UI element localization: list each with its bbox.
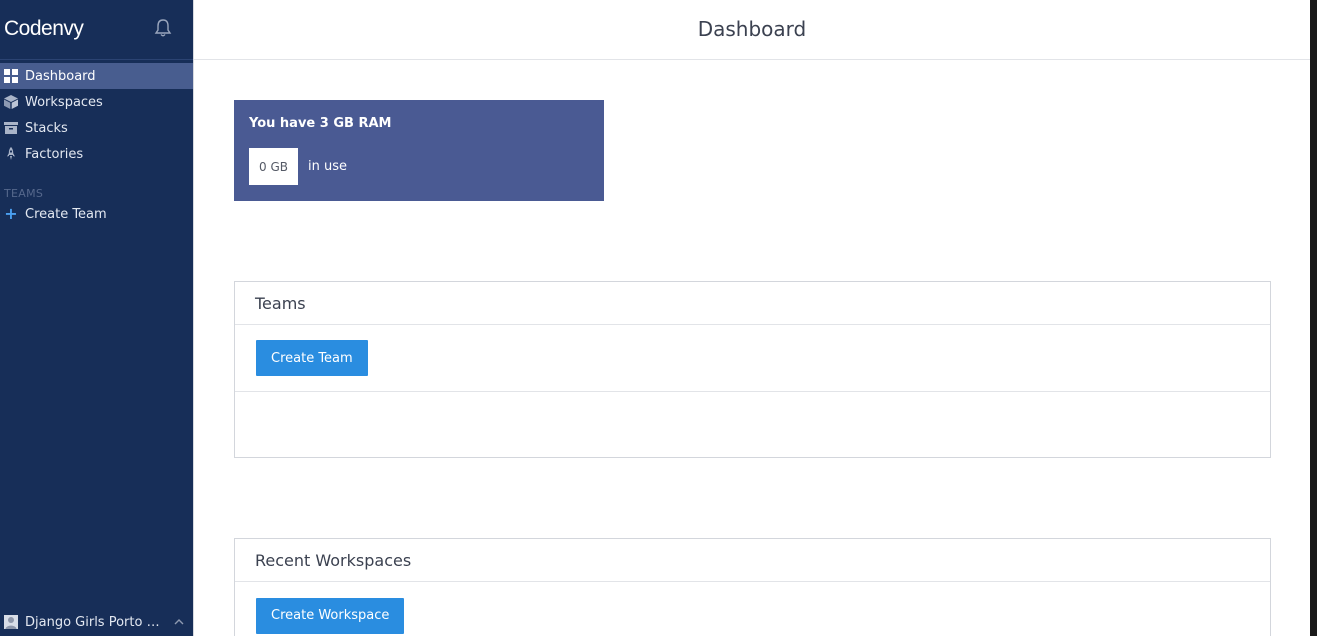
sidebar-item-label: Stacks	[25, 120, 68, 136]
ram-card-title: You have 3 GB RAM	[249, 116, 392, 131]
create-team-button[interactable]: Create Team	[256, 340, 368, 376]
app-window: Codenvy Dashboard Workspaces Stacks Fact…	[0, 0, 1317, 636]
ram-in-use-value: 0 GB	[249, 148, 298, 185]
brand-bar: Codenvy	[0, 0, 193, 60]
sidebar-item-stacks[interactable]: Stacks	[0, 115, 193, 141]
sidebar-create-team-label: Create Team	[25, 206, 107, 222]
top-bar: Dashboard	[194, 0, 1310, 60]
create-workspace-button[interactable]: Create Workspace	[256, 597, 405, 634]
cube-icon	[4, 95, 18, 109]
sidebar-item-workspaces[interactable]: Workspaces	[0, 89, 193, 115]
workspaces-panel-actions: Create Workspace	[235, 582, 1270, 636]
main-content: Dashboard You have 3 GB RAM 0 GB in use …	[193, 0, 1310, 636]
teams-section-label: TEAMS	[4, 187, 44, 200]
teams-panel-actions: Create Team	[235, 325, 1270, 392]
dashboard-grid-icon	[4, 69, 18, 83]
plus-icon: +	[4, 204, 18, 223]
sidebar-item-factories[interactable]: Factories	[0, 141, 193, 167]
ram-in-use-label: in use	[308, 159, 347, 174]
ram-usage-card: You have 3 GB RAM 0 GB in use	[234, 100, 604, 201]
sidebar-item-label: Workspaces	[25, 94, 103, 110]
recent-workspaces-panel: Recent Workspaces Create Workspace	[234, 538, 1271, 636]
window-scrollbar[interactable]	[1310, 0, 1317, 636]
teams-list	[235, 392, 1270, 457]
teams-panel: Teams Create Team	[234, 281, 1271, 458]
sidebar-create-team-link[interactable]: + Create Team	[0, 205, 193, 223]
teams-panel-title: Teams	[235, 282, 1270, 325]
avatar	[4, 615, 18, 629]
account-menu[interactable]: Django Girls Porto A...	[0, 608, 193, 636]
brand-logo[interactable]: Codenvy	[4, 17, 84, 41]
sidebar-nav: Dashboard Workspaces Stacks Factories	[0, 63, 193, 167]
notifications-bell-icon[interactable]	[152, 17, 174, 39]
rocket-icon	[4, 147, 18, 161]
page-title: Dashboard	[697, 16, 807, 41]
box-icon	[4, 121, 18, 135]
sidebar: Codenvy Dashboard Workspaces Stacks Fact…	[0, 0, 193, 636]
account-name: Django Girls Porto A...	[25, 614, 165, 630]
chevron-up-icon[interactable]	[173, 616, 185, 628]
recent-workspaces-title: Recent Workspaces	[235, 539, 1270, 582]
sidebar-item-dashboard[interactable]: Dashboard	[0, 63, 193, 89]
sidebar-item-label: Dashboard	[25, 68, 96, 84]
sidebar-item-label: Factories	[25, 146, 84, 162]
